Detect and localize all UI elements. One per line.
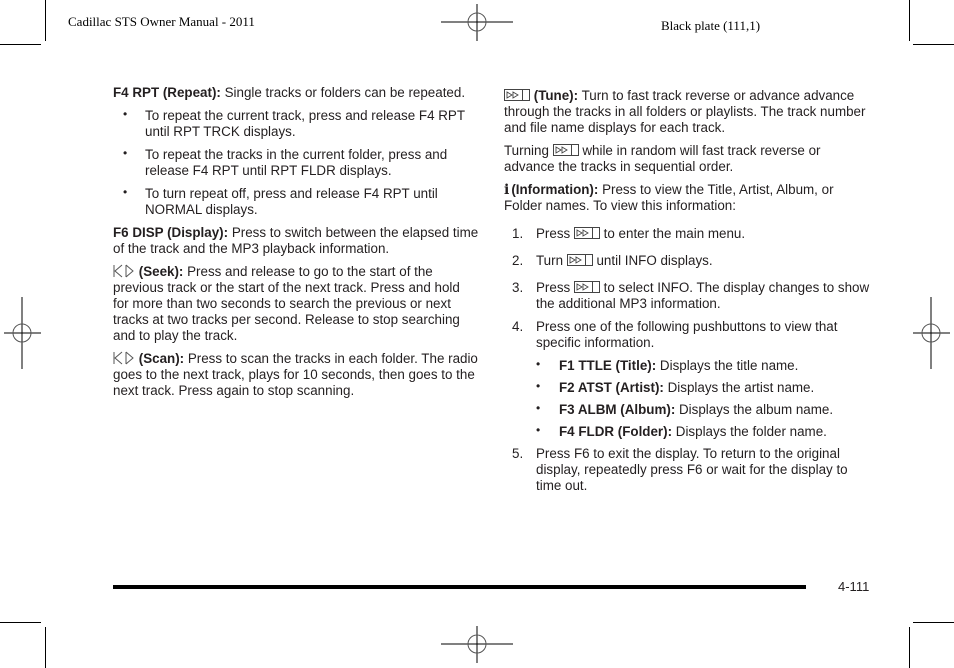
step-number: 3. (512, 280, 524, 295)
sub-bullet-label: F4 FLDR (Folder): (559, 424, 673, 439)
step-item: 2. Turn until INFO displays. (504, 253, 874, 269)
tune-knob-icon (552, 144, 579, 156)
step-item: 1. Press to enter the main menu. (504, 226, 874, 242)
sub-bullet: • F3 ALBM (Album): Displays the album nam… (504, 401, 874, 418)
crop-mark-bl-vertical (45, 627, 46, 668)
bullet-dot: • (536, 357, 541, 371)
tune-knob-icon (504, 89, 530, 101)
right-column: (Tune): Turn to fast track reverse or ad… (504, 88, 874, 505)
sub-bullet: • F4 FLDR (Folder): Displays the folder n… (504, 423, 874, 440)
crop-mark-tr-horizontal (913, 44, 954, 45)
repeat-bullet: • To repeat the current track, press and … (113, 107, 479, 140)
tune-label: (Tune): (533, 88, 579, 103)
repeat-text: Single tracks or folders can be repeated… (220, 85, 466, 100)
tune-knob-icon (573, 281, 600, 293)
bullet-dot: • (536, 423, 541, 437)
scan-label: (Scan): (138, 351, 185, 366)
plate-label: Black plate (111,1) (661, 18, 761, 33)
scan-arrows-icon (113, 351, 134, 365)
sub-bullet-text: Displays the title name. (656, 358, 799, 373)
bullet-dot: • (123, 146, 128, 160)
page-number: 4-111 (838, 579, 870, 594)
turning-text-before: Turning (504, 143, 553, 158)
step-text-after: until INFO displays. (592, 253, 713, 268)
display-section: F6 DISP (Display): Press to switch betwe… (113, 225, 479, 257)
step-text-before: Turn (536, 253, 567, 268)
crop-mark-br-horizontal (913, 622, 954, 623)
tune-knob-icon (566, 254, 593, 266)
turning-section: Turning while in random will fast track … (504, 143, 874, 175)
repeat-bullet: • To turn repeat off, press and release F… (113, 185, 479, 218)
sub-bullet-text: Displays the album name. (675, 402, 834, 417)
bullet-dot: • (123, 185, 128, 199)
step-number: 1. (512, 226, 524, 241)
sub-bullet-label: F2 ATST (Artist): (559, 380, 664, 395)
step-item: 5. Press F6 to exit the display. To retu… (504, 446, 874, 494)
document-title: Cadillac STS Owner Manual - 2011 (68, 14, 255, 29)
step-text: Press F6 to exit the display. To return … (536, 446, 848, 493)
registration-mark-left-icon (4, 297, 41, 369)
display-label: F6 DISP (Display): (113, 225, 229, 240)
crop-mark-br-vertical (909, 627, 910, 668)
registration-mark-right-icon (913, 297, 950, 369)
sub-bullet-text: Displays the artist name. (663, 380, 815, 395)
scan-section: (Scan): Press to scan the tracks in each… (113, 351, 479, 399)
footer-rule (113, 585, 806, 589)
bullet-dot: • (536, 379, 541, 393)
seek-arrows-icon (113, 264, 134, 278)
sub-bullet-label: F3 ALBM (Album): (559, 402, 676, 417)
crop-mark-tl-horizontal (0, 44, 41, 45)
repeat-label: F4 RPT (Repeat): (113, 85, 221, 100)
sub-bullet: • F1 TTLE (Title): Displays the title nam… (504, 357, 874, 374)
seek-label: (Seek): (138, 264, 184, 279)
bullet-dot: • (123, 107, 128, 121)
crop-mark-tr-vertical (909, 0, 910, 41)
info-label: (Information): (511, 182, 599, 197)
sub-bullet-text: Displays the folder name. (672, 424, 827, 439)
sub-bullet: • F2 ATST (Artist): Displays the artist n… (504, 379, 874, 396)
step-text-after: to enter the main menu. (599, 226, 746, 241)
step-item: 4. Press one of the following pushbutton… (504, 319, 874, 351)
seek-section: (Seek): Press and release to go to the s… (113, 264, 479, 344)
step-number: 2. (512, 253, 524, 268)
bullet-text: To turn repeat off, press and release F4… (145, 186, 438, 217)
step-text-before: Press (536, 226, 574, 241)
bullet-text: To repeat the tracks in the current fold… (145, 147, 448, 178)
bullet-dot: • (536, 401, 541, 415)
step-item: 3. Press to select INFO. The display cha… (504, 280, 874, 312)
tune-knob-icon (573, 227, 600, 239)
repeat-bullet: • To repeat the tracks in the current fol… (113, 146, 479, 179)
step-text-before: Press (536, 280, 574, 295)
info-icon: i (504, 182, 510, 198)
sub-bullet-label: F1 TTLE (Title): (559, 358, 657, 373)
tune-section: (Tune): Turn to fast track reverse or ad… (504, 88, 874, 136)
info-section: i (Information): Press to view the Title,… (504, 182, 874, 214)
repeat-section: F4 RPT (Repeat): Single tracks or folder… (113, 85, 479, 101)
step-number: 5. (512, 446, 524, 461)
step-text: Press one of the following pushbuttons t… (536, 319, 838, 350)
bullet-text: To repeat the current track, press and r… (145, 108, 465, 139)
registration-mark-top-icon (441, 4, 513, 41)
crop-mark-bl-horizontal (0, 622, 41, 623)
step-number: 4. (512, 319, 524, 334)
registration-mark-bottom-icon (441, 626, 513, 663)
crop-mark-tl-vertical (45, 0, 46, 41)
left-column: F4 RPT (Repeat): Single tracks or folder… (113, 85, 479, 406)
